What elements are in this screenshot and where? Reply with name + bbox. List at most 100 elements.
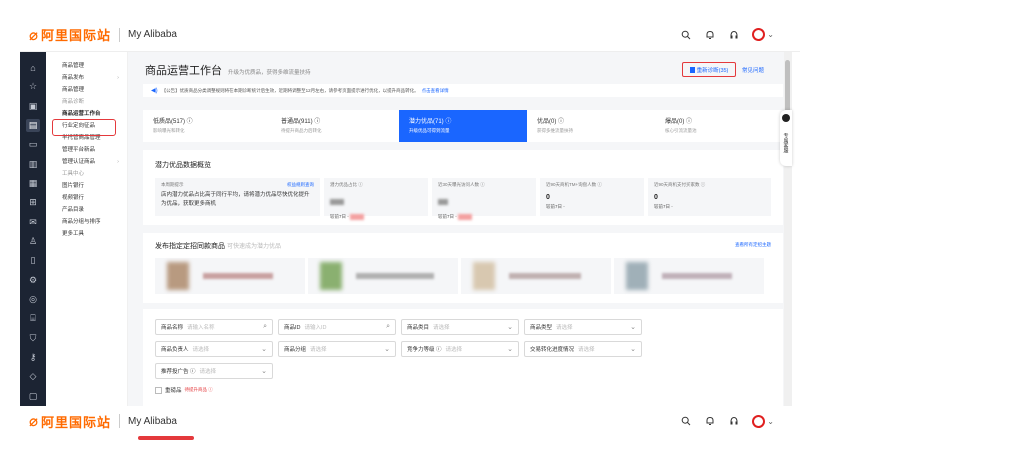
shop-icon[interactable]: ▤ (26, 118, 40, 133)
store-icon[interactable]: ⌸ (26, 312, 40, 325)
metric-compare-text: 较前7日 - (438, 214, 457, 220)
metric-card: 近90天商机TM+询盘人数 ⓘ 0 较前7日 - (540, 178, 644, 216)
search-icon[interactable] (680, 29, 692, 41)
mail-icon[interactable]: ✉ (26, 216, 40, 229)
site-name: My Alibaba (128, 415, 177, 427)
product-id-input[interactable]: 商品ID 请输入ID ⌕ (278, 319, 396, 335)
chevron-right-icon: › (117, 75, 119, 81)
section-title: 潜力优品数据概览 (155, 162, 211, 169)
avatar[interactable]: ⌄ (752, 414, 774, 428)
quality-tabs: 低质品(517) ⓘ 影响曝光和转化 普通品(911) ⓘ 待提升商品力后转化 … (143, 110, 783, 142)
key-icon[interactable]: ⚷ (26, 351, 40, 364)
file-icon[interactable]: ▯ (26, 254, 40, 267)
sidebar-item-grouping[interactable]: 商品分组与排序 (46, 216, 127, 228)
sidebar-item-label: 商品发布 (62, 75, 85, 81)
icon-rail: ⌂ ☆ ▣ ▤ ▭ ▥ ▦ ⊞ ✉ ♙ ▯ ⚙ ◎ ⌸ ⛉ ⚷ ◇ ▢ (20, 52, 46, 406)
checkbox-tag: 待提升商品 ⓘ (184, 387, 213, 392)
tip-text: 店内潜力优品占比高于同行平均，请将潜力优品尽快优化提升为优品，获取更多商机 (161, 192, 310, 207)
compass-icon[interactable]: ◎ (26, 293, 40, 306)
top-icons: ⌄ (680, 28, 774, 41)
faq-link[interactable]: 常见问题 (742, 66, 764, 74)
tab-quality[interactable]: 优品(0) ⓘ 获得多维流量扶持 (527, 110, 655, 142)
home-icon[interactable]: ⌂ (26, 61, 40, 74)
tip-card: 本周期提示 权益规则查询 店内潜力优品占比高于同行平均，请将潜力优品尽快优化提升… (155, 178, 320, 216)
product-card[interactable] (308, 258, 458, 294)
sidebar-item-image-bank[interactable]: 图片银行 (46, 180, 127, 192)
scrollbar[interactable] (784, 52, 792, 406)
publish-link[interactable]: 查看所有定招主题 (735, 242, 771, 248)
box-icon[interactable]: ▣ (26, 100, 40, 113)
chevron-right-icon: › (117, 159, 119, 165)
user-icon[interactable]: ♙ (26, 235, 40, 248)
grid-icon[interactable]: ⊞ (26, 196, 40, 209)
diamond-icon[interactable]: ◇ (26, 370, 40, 383)
key-product-checkbox[interactable]: 重磅品 待提升商品 ⓘ (155, 386, 213, 394)
product-card[interactable] (614, 258, 764, 294)
sidebar-item-certified[interactable]: 管理认证商品 › (46, 156, 127, 168)
alibaba-logo-mark: ⌀ (29, 26, 39, 44)
tab-label: 普通品(911) ⓘ (281, 119, 321, 125)
sidebar-item-manage[interactable]: 商品管理 (46, 84, 127, 96)
filter-panel: 商品名称 请输入名称 ⌕ 商品ID 请输入ID ⌕ 商品类目 请选择 ⌄ 商品类… (143, 309, 783, 406)
product-thumbnail (320, 262, 342, 290)
notice-link[interactable]: 点击查看详情 (422, 88, 449, 94)
shield-icon[interactable]: ⛉ (26, 332, 40, 345)
group-select[interactable]: 商品分组 请选择 ⌄ (278, 341, 396, 357)
product-card[interactable] (461, 258, 611, 294)
star-icon[interactable]: ☆ (26, 80, 40, 93)
search-icon: ⌕ (386, 323, 390, 330)
bell-icon[interactable] (704, 415, 716, 427)
metric-value: 0 (546, 194, 550, 201)
tip-link[interactable]: 权益规则查询 (287, 182, 314, 188)
sidebar-item-more-tools[interactable]: 更多工具 (46, 228, 127, 240)
product-card[interactable] (155, 258, 305, 294)
tab-desc: 核心引流流量池 (665, 128, 697, 133)
clipboard-icon[interactable]: ▢ (26, 390, 40, 403)
owner-select[interactable]: 商品负责人 请选择 ⌄ (155, 341, 273, 357)
headset-icon[interactable] (728, 415, 740, 427)
chevron-down-icon: ⌄ (767, 30, 774, 39)
sidebar-item-new[interactable]: 管理平台新品 (46, 144, 127, 156)
metric-compare: 较前7日 - (546, 204, 565, 209)
search-icon[interactable] (680, 415, 692, 427)
chevron-down-icon: ⌄ (630, 346, 636, 353)
sidebar-item-catalog[interactable]: 产品目录 (46, 204, 127, 216)
video-icon[interactable]: ▭ (26, 138, 40, 151)
floating-help-label: 专属客服 (782, 133, 789, 153)
chart-icon[interactable]: ▥ (26, 158, 40, 171)
alibaba-logo[interactable]: ⌀ 阿里国际站 My Alibaba (29, 412, 177, 431)
tab-hot[interactable]: 爆品(0) ⓘ 核心引流流量池 (655, 110, 783, 142)
avatar[interactable]: ⌄ (752, 28, 774, 41)
tab-low-quality[interactable]: 低质品(517) ⓘ 影响曝光和转化 (143, 110, 271, 142)
tab-label: 潜力优品(71) ⓘ (409, 119, 452, 125)
product-name-input[interactable]: 商品名称 请输入名称 ⌕ (155, 319, 273, 335)
bell-icon[interactable] (704, 29, 716, 41)
category-select[interactable]: 商品类目 请选择 ⌄ (401, 319, 519, 335)
tab-potential[interactable]: 潜力优品(71) ⓘ 升级优品可得到流量 (399, 110, 527, 142)
doc-icon[interactable]: ▦ (26, 177, 40, 190)
settings-icon[interactable]: ⚙ (26, 274, 40, 287)
filter-placeholder: 请选择 (556, 325, 573, 331)
sidebar-item-publish[interactable]: 商品发布 › (46, 72, 127, 84)
tab-desc: 影响曝光和转化 (153, 128, 185, 133)
rediagnose-label: 重新诊断(35) (696, 67, 729, 74)
publish-hint: 可快速成为潜力优品 (226, 244, 281, 250)
product-type-select[interactable]: 商品类型 请选择 ⌄ (524, 319, 642, 335)
competitiveness-select[interactable]: 竞争力等级 ⓘ 请选择 ⌄ (401, 341, 519, 357)
conversion-select[interactable]: 交易转化进度情况 请选择 ⌄ (524, 341, 642, 357)
publish-panel: 发布指定定招同款商品 可快速成为潜力优品 查看所有定招主题 (143, 233, 783, 303)
filter-placeholder: 请选择 (433, 325, 450, 331)
filter-placeholder: 请选择 (445, 347, 463, 353)
chevron-down-icon: ⌄ (507, 346, 513, 353)
tab-normal[interactable]: 普通品(911) ⓘ 待提升商品力后转化 (271, 110, 399, 142)
rediagnose-button[interactable]: 重新诊断(35) (682, 62, 736, 77)
headset-icon[interactable] (728, 29, 740, 41)
metric-label: 近90天商机TM+询盘人数 ⓘ (546, 182, 602, 187)
filter-label: 商品分组 (284, 347, 307, 353)
ad-select[interactable]: 推荐投广告 ⓘ 请选择 ⌄ (155, 363, 273, 379)
alibaba-logo[interactable]: ⌀ 阿里国际站 My Alibaba (29, 25, 177, 44)
filter-placeholder: 请输入名称 (187, 325, 215, 331)
highlight-stub (138, 436, 194, 440)
sidebar-item-video-bank[interactable]: 视频银行 (46, 192, 127, 204)
checkbox-label: 重磅品 (165, 388, 182, 394)
